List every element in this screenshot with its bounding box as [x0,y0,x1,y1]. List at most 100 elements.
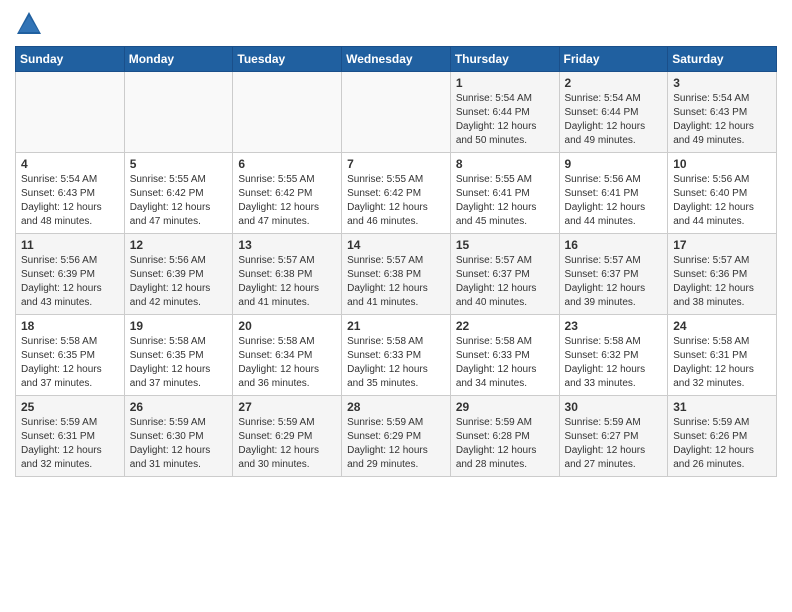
calendar-cell: 10 Sunrise: 5:56 AM Sunset: 6:40 PM Dayli… [668,153,777,234]
day-number: 25 [21,400,119,414]
day-number: 30 [565,400,663,414]
day-number: 9 [565,157,663,171]
weekday-header-sunday: Sunday [16,47,125,72]
day-number: 21 [347,319,445,333]
calendar-cell: 14Sunrise: 5:57 AM Sunset: 6:38 PM Dayli… [342,234,451,315]
day-info: Sunrise: 5:55 AM Sunset: 6:42 PM Dayligh… [238,173,336,229]
day-info: Sunrise: 5:54 AM Sunset: 6:43 PM Dayligh… [21,173,119,229]
day-number: 7 [347,157,445,171]
day-info: Sunrise: 5:55 AM Sunset: 6:42 PM Dayligh… [130,173,228,229]
day-number: 13 [238,238,336,252]
day-info: Sunrise: 5:59 AM Sunset: 6:30 PM Dayligh… [130,416,228,472]
day-info: Sunrise: 5:59 AM Sunset: 6:29 PM Dayligh… [347,416,445,472]
calendar-cell: 12Sunrise: 5:56 AM Sunset: 6:39 PM Dayli… [124,234,233,315]
day-info: Sunrise: 5:59 AM Sunset: 6:31 PM Dayligh… [21,416,119,472]
calendar-cell [233,72,342,153]
logo [15,10,47,38]
day-info: Sunrise: 5:57 AM Sunset: 6:38 PM Dayligh… [238,254,336,310]
day-number: 31 [673,400,771,414]
day-number: 6 [238,157,336,171]
day-number: 1 [456,76,554,90]
day-info: Sunrise: 5:56 AM Sunset: 6:41 PM Dayligh… [565,173,663,229]
day-info: Sunrise: 5:57 AM Sunset: 6:37 PM Dayligh… [456,254,554,310]
calendar-cell: 6 Sunrise: 5:55 AM Sunset: 6:42 PM Daylig… [233,153,342,234]
calendar-cell: 23 Sunrise: 5:58 AM Sunset: 6:32 PM Dayli… [559,315,668,396]
day-info: Sunrise: 5:59 AM Sunset: 6:27 PM Dayligh… [565,416,663,472]
calendar-cell: 5 Sunrise: 5:55 AM Sunset: 6:42 PM Daylig… [124,153,233,234]
weekday-header-tuesday: Tuesday [233,47,342,72]
day-number: 10 [673,157,771,171]
day-number: 20 [238,319,336,333]
page-header [15,10,777,38]
day-number: 11 [21,238,119,252]
calendar-cell: 2Sunrise: 5:54 AM Sunset: 6:44 PM Daylig… [559,72,668,153]
day-number: 3 [673,76,771,90]
day-number: 23 [565,319,663,333]
day-number: 15 [456,238,554,252]
day-number: 24 [673,319,771,333]
calendar-cell: 30 Sunrise: 5:59 AM Sunset: 6:27 PM Dayli… [559,396,668,477]
weekday-header-wednesday: Wednesday [342,47,451,72]
calendar-cell: 8 Sunrise: 5:55 AM Sunset: 6:41 PM Daylig… [450,153,559,234]
day-number: 19 [130,319,228,333]
weekday-header-thursday: Thursday [450,47,559,72]
day-info: Sunrise: 5:55 AM Sunset: 6:41 PM Dayligh… [456,173,554,229]
weekday-header-monday: Monday [124,47,233,72]
weekday-header-saturday: Saturday [668,47,777,72]
day-number: 16 [565,238,663,252]
calendar-cell: 27 Sunrise: 5:59 AM Sunset: 6:29 PM Dayli… [233,396,342,477]
weekday-header-row: SundayMondayTuesdayWednesdayThursdayFrid… [16,47,777,72]
calendar-cell: 25 Sunrise: 5:59 AM Sunset: 6:31 PM Dayli… [16,396,125,477]
day-number: 26 [130,400,228,414]
calendar-cell: 1 Sunrise: 5:54 AM Sunset: 6:44 PM Daylig… [450,72,559,153]
day-number: 5 [130,157,228,171]
day-number: 14 [347,238,445,252]
day-number: 28 [347,400,445,414]
calendar-cell: 28 Sunrise: 5:59 AM Sunset: 6:29 PM Dayli… [342,396,451,477]
week-row-3: 18 Sunrise: 5:58 AM Sunset: 6:35 PM Dayli… [16,315,777,396]
week-row-4: 25 Sunrise: 5:59 AM Sunset: 6:31 PM Dayli… [16,396,777,477]
calendar-cell: 11 Sunrise: 5:56 AM Sunset: 6:39 PM Dayli… [16,234,125,315]
calendar-cell: 24 Sunrise: 5:58 AM Sunset: 6:31 PM Dayli… [668,315,777,396]
calendar-cell: 22Sunrise: 5:58 AM Sunset: 6:33 PM Dayli… [450,315,559,396]
calendar-cell: 16 Sunrise: 5:57 AM Sunset: 6:37 PM Dayli… [559,234,668,315]
day-info: Sunrise: 5:58 AM Sunset: 6:33 PM Dayligh… [347,335,445,391]
day-info: Sunrise: 5:58 AM Sunset: 6:31 PM Dayligh… [673,335,771,391]
calendar-cell: 31 Sunrise: 5:59 AM Sunset: 6:26 PM Dayli… [668,396,777,477]
weekday-header-friday: Friday [559,47,668,72]
day-number: 29 [456,400,554,414]
day-info: Sunrise: 5:57 AM Sunset: 6:37 PM Dayligh… [565,254,663,310]
day-info: Sunrise: 5:58 AM Sunset: 6:35 PM Dayligh… [130,335,228,391]
day-info: Sunrise: 5:59 AM Sunset: 6:28 PM Dayligh… [456,416,554,472]
day-info: Sunrise: 5:57 AM Sunset: 6:36 PM Dayligh… [673,254,771,310]
day-number: 17 [673,238,771,252]
week-row-0: 1 Sunrise: 5:54 AM Sunset: 6:44 PM Daylig… [16,72,777,153]
calendar-cell: 18 Sunrise: 5:58 AM Sunset: 6:35 PM Dayli… [16,315,125,396]
calendar-cell: 4Sunrise: 5:54 AM Sunset: 6:43 PM Daylig… [16,153,125,234]
day-number: 8 [456,157,554,171]
calendar-cell: 9 Sunrise: 5:56 AM Sunset: 6:41 PM Daylig… [559,153,668,234]
day-number: 12 [130,238,228,252]
day-info: Sunrise: 5:59 AM Sunset: 6:29 PM Dayligh… [238,416,336,472]
day-number: 27 [238,400,336,414]
calendar-cell: 26 Sunrise: 5:59 AM Sunset: 6:30 PM Dayli… [124,396,233,477]
day-info: Sunrise: 5:54 AM Sunset: 6:43 PM Dayligh… [673,92,771,148]
day-info: Sunrise: 5:59 AM Sunset: 6:26 PM Dayligh… [673,416,771,472]
calendar-cell: 15 Sunrise: 5:57 AM Sunset: 6:37 PM Dayli… [450,234,559,315]
day-number: 18 [21,319,119,333]
calendar-cell: 21 Sunrise: 5:58 AM Sunset: 6:33 PM Dayli… [342,315,451,396]
day-info: Sunrise: 5:58 AM Sunset: 6:35 PM Dayligh… [21,335,119,391]
day-info: Sunrise: 5:56 AM Sunset: 6:40 PM Dayligh… [673,173,771,229]
logo-icon [15,10,43,38]
day-info: Sunrise: 5:58 AM Sunset: 6:33 PM Dayligh… [456,335,554,391]
calendar-cell [16,72,125,153]
day-info: Sunrise: 5:58 AM Sunset: 6:32 PM Dayligh… [565,335,663,391]
calendar-cell: 20Sunrise: 5:58 AM Sunset: 6:34 PM Dayli… [233,315,342,396]
calendar-cell: 7Sunrise: 5:55 AM Sunset: 6:42 PM Daylig… [342,153,451,234]
calendar-cell: 13 Sunrise: 5:57 AM Sunset: 6:38 PM Dayli… [233,234,342,315]
calendar-cell: 3 Sunrise: 5:54 AM Sunset: 6:43 PM Daylig… [668,72,777,153]
week-row-2: 11 Sunrise: 5:56 AM Sunset: 6:39 PM Dayli… [16,234,777,315]
day-info: Sunrise: 5:54 AM Sunset: 6:44 PM Dayligh… [456,92,554,148]
day-info: Sunrise: 5:56 AM Sunset: 6:39 PM Dayligh… [21,254,119,310]
day-info: Sunrise: 5:54 AM Sunset: 6:44 PM Dayligh… [565,92,663,148]
